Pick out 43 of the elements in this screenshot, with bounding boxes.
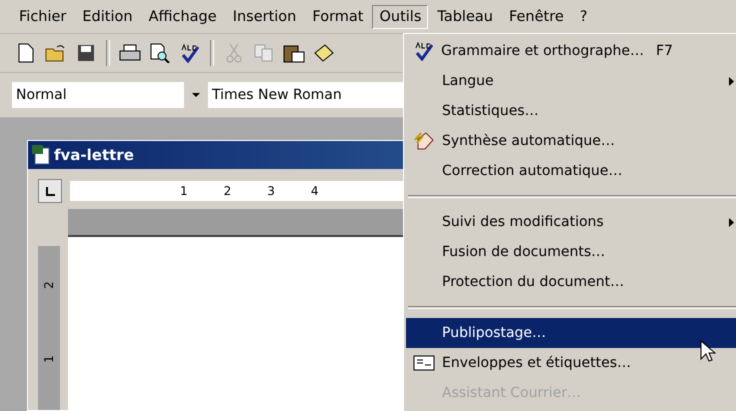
ruler-number: 2 <box>224 184 232 198</box>
document-icon <box>32 145 50 165</box>
summary-document-icon <box>414 131 434 151</box>
ruler-number: 1 <box>180 184 188 198</box>
menu-title[interactable]: Insertion <box>226 4 304 28</box>
ruler-number: 1 <box>42 355 56 363</box>
left-tab-icon <box>46 186 54 196</box>
printer-icon[interactable] <box>119 44 141 62</box>
menu-item[interactable]: Publipostage… <box>406 318 736 348</box>
menu-title[interactable]: Affichage <box>142 4 224 28</box>
ruler-number: 4 <box>310 184 319 198</box>
envelope-label-icon <box>413 355 435 371</box>
menu-title[interactable]: ? <box>572 4 594 28</box>
ruler-number: 2 <box>42 281 56 289</box>
menu-item[interactable]: Statistiques… <box>406 96 736 126</box>
menu-title[interactable]: Fichier <box>12 4 74 28</box>
spelling-check-icon[interactable] <box>180 43 200 63</box>
ruler-number: 3 <box>267 184 275 198</box>
clipboard-icon[interactable] <box>283 43 305 63</box>
menu-title[interactable]: Outils <box>372 4 428 28</box>
menu-title[interactable]: Fenêtre <box>502 4 571 28</box>
folder-icon[interactable] <box>45 44 67 62</box>
menu-item[interactable]: Protection du document… <box>406 267 736 297</box>
menu-item[interactable]: Correction automatique… <box>406 156 736 186</box>
menu-title[interactable]: Edition <box>75 4 140 28</box>
print-preview-icon[interactable] <box>150 43 170 63</box>
menu-item[interactable]: Fusion de documents… <box>406 237 736 267</box>
menu-title[interactable]: Tableau <box>430 4 500 28</box>
submenu-arrow-icon <box>729 218 734 226</box>
mouse-pointer-icon <box>700 340 716 364</box>
menu-title[interactable]: Format <box>305 4 370 28</box>
window-title: fva-lettre <box>54 146 134 164</box>
tab-selector[interactable] <box>38 179 62 203</box>
menu-item[interactable]: Grammaire et orthographe… F7 <box>406 36 736 66</box>
caret-icon <box>192 93 200 97</box>
menu-item[interactable]: Langue <box>406 66 736 96</box>
new-document-icon[interactable] <box>18 43 34 63</box>
style-field[interactable]: Normal <box>12 82 184 108</box>
menu-item[interactable]: Suivi des modifications <box>406 207 736 237</box>
menu-item[interactable]: Synthèse automatique… <box>406 126 736 156</box>
spelling-check-icon <box>414 41 434 61</box>
menu-item[interactable]: Enveloppes et étiquettes… <box>406 348 736 378</box>
submenu-arrow-icon <box>729 76 734 86</box>
